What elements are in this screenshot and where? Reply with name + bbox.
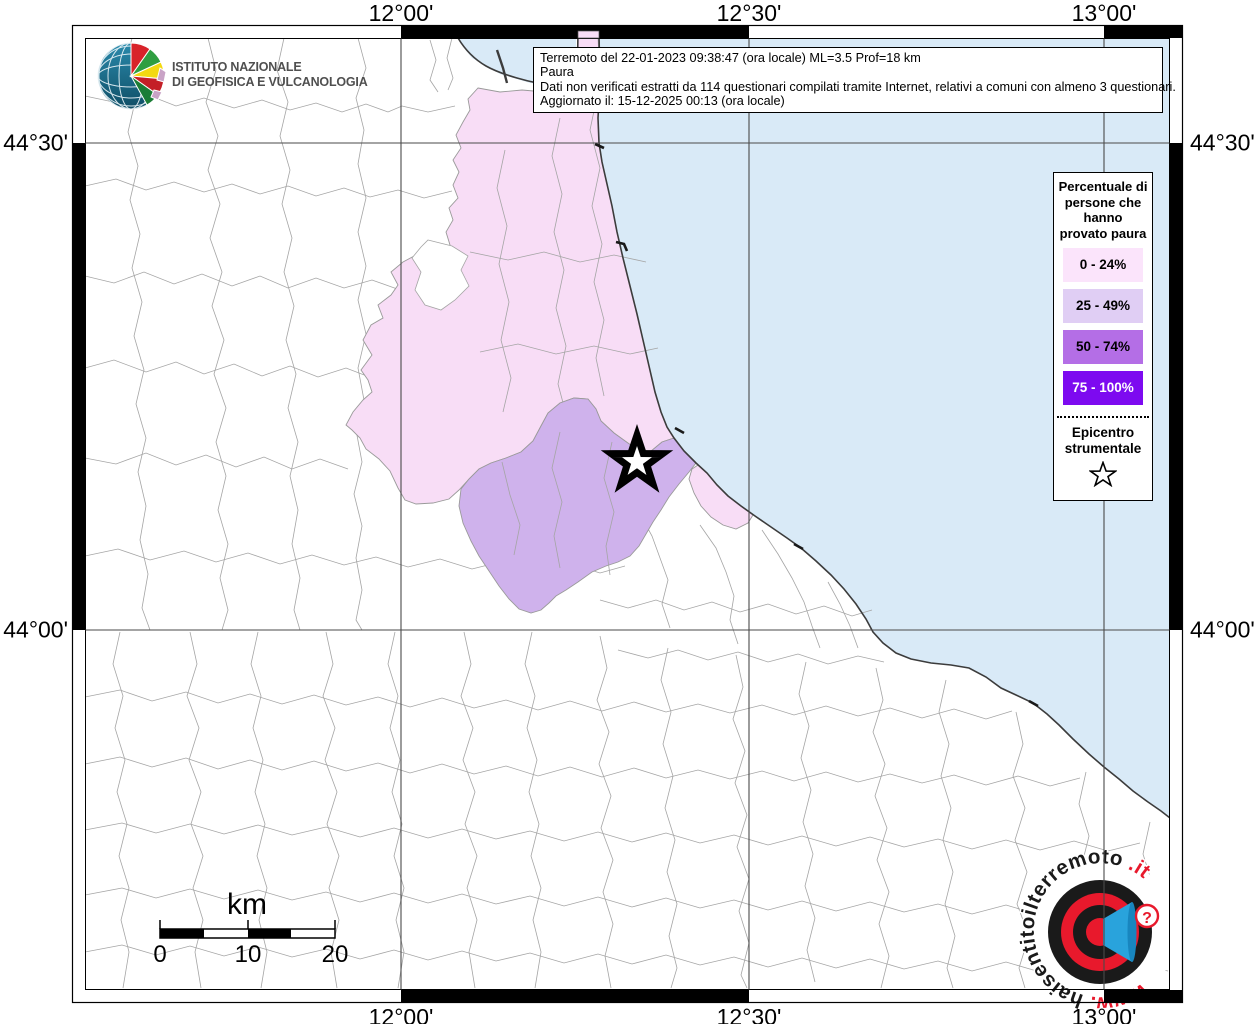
axis-left-44-30: 44°30'	[3, 129, 68, 156]
event-info-line3: Dati non verificati estratti da 114 ques…	[540, 79, 1176, 94]
axis-right-44-30: 44°30'	[1190, 129, 1255, 156]
macroseismic-map-page: ? www. haisentitoilterremoto .it	[0, 0, 1255, 1024]
event-info-line4: Aggiornato il: 15-12-2025 00:13 (ora loc…	[540, 93, 785, 108]
scale-tick-20: 20	[321, 941, 349, 968]
legend-swatch-0-24: 0 - 24%	[1063, 248, 1143, 282]
event-info-box: Terremoto del 22-01-2023 09:38:47 (ora l…	[533, 47, 1176, 114]
axis-right-44-00: 44°00'	[1190, 616, 1255, 643]
legend-epicenter-title: Epicentro strumentale	[1064, 425, 1142, 456]
axis-bottom-12-30: 12°30'	[716, 1004, 782, 1024]
event-info-line1: Terremoto del 22-01-2023 09:38:47 (ora l…	[540, 51, 921, 65]
axis-top-12-30: 12°30'	[716, 0, 782, 26]
question-mark: ?	[1142, 910, 1152, 927]
legend-divider	[1057, 416, 1149, 418]
epicenter-star-icon	[1088, 460, 1118, 488]
legend-title: Percentuale di persone che hanno provato…	[1058, 179, 1148, 241]
axis-left-44-00: 44°00'	[3, 616, 68, 643]
event-info-line2: Paura	[540, 65, 574, 80]
ingv-name-line2: DI GEOFISICA E VULCANOLOGIA	[172, 75, 368, 89]
axis-top-13-00: 13°00'	[1071, 0, 1137, 26]
legend-swatch-75-100: 75 - 100%	[1063, 371, 1143, 405]
megaphone-mouth	[1127, 902, 1137, 962]
scale-unit-label: km	[227, 888, 267, 921]
legend-swatch-25-49: 25 - 49%	[1063, 289, 1143, 323]
scale-tick-0: 0	[153, 941, 167, 968]
legend-swatch-50-74: 50 - 74%	[1063, 330, 1143, 364]
top-band-pink-sliver	[577, 30, 600, 39]
axis-top-12-00: 12°00'	[368, 0, 434, 26]
axis-bottom-12-00: 12°00'	[368, 1004, 434, 1024]
legend: Percentuale di persone che hanno provato…	[1053, 172, 1153, 501]
axis-bottom-13-00: 13°00'	[1071, 1004, 1137, 1024]
map-canvas: ? www. haisentitoilterremoto .it	[71, 24, 1184, 1017]
ingv-name-line1: ISTITUTO NAZIONALE	[172, 60, 302, 74]
scale-tick-10: 10	[234, 941, 262, 968]
